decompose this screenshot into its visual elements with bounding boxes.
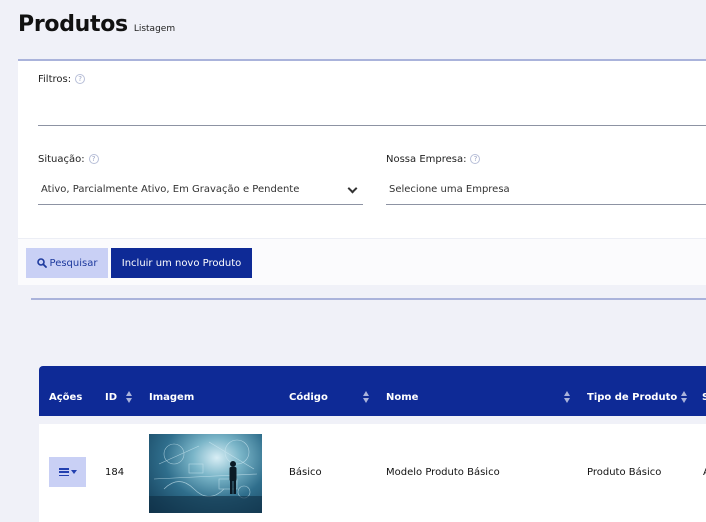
situacao-label: Situação:? (38, 154, 99, 165)
empresa-label: Nossa Empresa:? (386, 154, 481, 165)
help-icon[interactable]: ? (470, 154, 481, 164)
column-header-nome[interactable]: Nome (386, 392, 418, 403)
caret-down-icon (70, 470, 77, 474)
situacao-select[interactable]: Ativo, Parcialmente Ativo, Em Gravação e… (38, 176, 363, 205)
sort-icon[interactable] (681, 391, 688, 405)
column-header-next[interactable]: S (702, 392, 706, 403)
product-image (149, 434, 262, 513)
page-subtitle: Listagem (133, 24, 176, 34)
row-id: 184 (105, 467, 125, 478)
situacao-select-value: Ativo, Parcialmente Ativo, Em Gravação e… (41, 184, 300, 195)
add-product-button[interactable]: Incluir um novo Produto (111, 248, 252, 278)
filters-label-text: Filtros: (38, 74, 72, 85)
row-actions-button[interactable] (49, 457, 86, 487)
actions-bar: Pesquisar Incluir um novo Produto (18, 238, 706, 285)
sort-icon[interactable] (126, 391, 133, 405)
page-header: Produtos Listagem (18, 12, 175, 37)
list-icon (58, 468, 69, 476)
filters-input[interactable] (38, 101, 706, 126)
empresa-select[interactable]: Selecione uma Empresa (386, 176, 706, 205)
sort-icon[interactable] (363, 391, 370, 405)
search-button-label: Pesquisar (49, 257, 98, 269)
column-header-id[interactable]: ID (105, 392, 117, 403)
search-icon (36, 258, 47, 268)
sort-icon[interactable] (564, 391, 571, 405)
empresa-select-placeholder: Selecione uma Empresa (389, 184, 510, 195)
product-image-art (149, 439, 262, 513)
column-header-imagem: Imagem (149, 392, 195, 403)
search-button[interactable]: Pesquisar (26, 248, 108, 278)
filter-card: Filtros:? Situação:? Ativo, Parcialmente… (18, 59, 706, 285)
page-title: Produtos (18, 12, 128, 37)
row-tipo: Produto Básico (587, 467, 662, 478)
empresa-label-text: Nossa Empresa: (386, 154, 467, 165)
column-header-tipo[interactable]: Tipo de Produto (587, 392, 677, 403)
column-header-codigo[interactable]: Código (289, 392, 328, 403)
filters-label: Filtros:? (38, 74, 86, 85)
row-codigo: Básico (289, 467, 322, 478)
table-header: Ações ID Imagem Código Nome Tipo de Prod… (39, 366, 706, 416)
help-icon[interactable]: ? (88, 154, 99, 164)
help-icon[interactable]: ? (75, 74, 86, 84)
row-nome: Modelo Produto Básico (386, 467, 500, 478)
table-row: 184 Básico Modelo Produto Básico Produto… (39, 424, 706, 522)
chevron-down-icon (347, 183, 358, 194)
column-header-acoes: Ações (49, 392, 83, 403)
section-divider (31, 298, 706, 300)
situacao-label-text: Situação: (38, 154, 85, 165)
